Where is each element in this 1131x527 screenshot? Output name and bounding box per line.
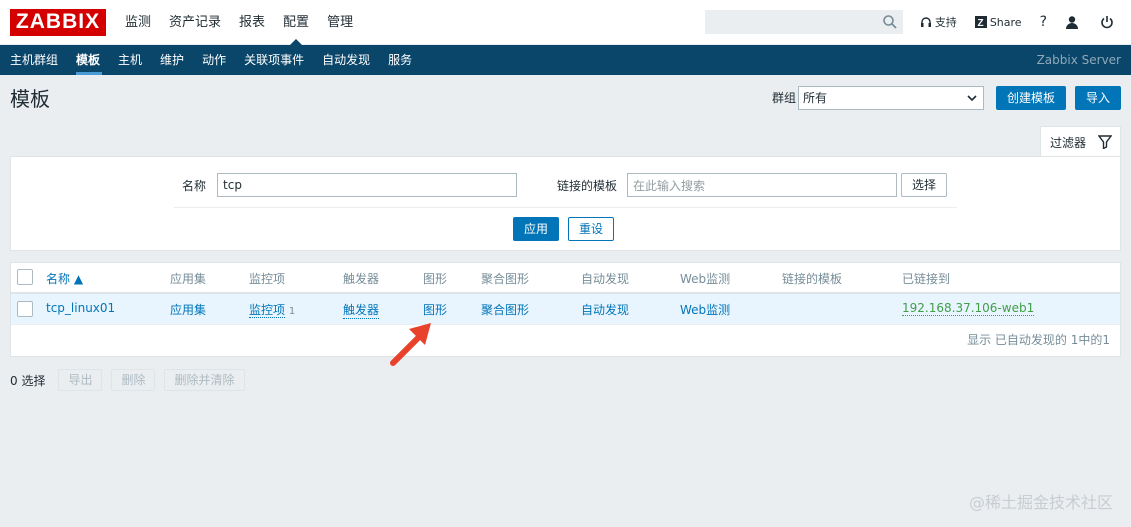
row-checkbox[interactable] (17, 301, 33, 317)
share-label: Share (989, 15, 1022, 29)
main-nav-inventory[interactable]: 资产记录 (160, 0, 230, 45)
svg-text:Z: Z (977, 18, 983, 28)
name-filter-input[interactable]: tcp (217, 173, 518, 197)
sub-nav: 主机群组 模板 主机 维护 动作 关联项事件 自动发现 服务 Zabbix Se… (0, 45, 1131, 75)
web-link[interactable]: Web监测 (680, 301, 730, 318)
search-icon[interactable] (882, 14, 898, 30)
apply-filter-button[interactable]: 应用 (513, 217, 560, 241)
logout-button[interactable] (1091, 0, 1131, 45)
profile-button[interactable] (1056, 0, 1091, 45)
name-filter: 名称 tcp (182, 173, 518, 197)
top-bar: ZABBIX 监测 资产记录 报表 配置 管理 支持 Z Share ? (0, 0, 1131, 45)
group-label: 群组 (771, 91, 796, 105)
select-all-checkbox[interactable] (17, 269, 33, 285)
create-template-button[interactable]: 创建模板 (995, 85, 1066, 110)
share-link[interactable]: Z Share (966, 0, 1031, 45)
funnel-icon (1098, 135, 1112, 149)
col-web: Web监测 (680, 272, 731, 286)
sub-nav-hosts[interactable]: 主机 (108, 45, 150, 75)
select-templates-button[interactable]: 选择 (901, 173, 948, 197)
col-linked-templates: 链接的模板 (782, 272, 843, 286)
power-icon (1101, 16, 1113, 29)
template-name-link[interactable]: tcp_linux01 (46, 301, 115, 315)
col-discovery: 自动发现 (581, 272, 630, 286)
chevron-down-icon (967, 94, 977, 101)
linked-templates-filter: 链接的模板 在此输入搜索 选择 (557, 173, 948, 197)
filter-buttons: 应用 重设 (513, 217, 615, 241)
col-screens: 聚合图形 (481, 272, 530, 286)
table-summary: 显示 已自动发现的 1中的1 (967, 333, 1110, 347)
linked-templates-input[interactable]: 在此输入搜索 (627, 173, 898, 197)
main-nav-monitoring[interactable]: 监测 (116, 0, 160, 45)
screens-link[interactable]: 聚合图形 (481, 301, 529, 318)
sub-nav-templates[interactable]: 模板 (66, 45, 108, 75)
filter-divider (174, 207, 957, 208)
support-link[interactable]: 支持 (911, 0, 966, 45)
name-filter-label: 名称 (182, 178, 207, 193)
col-linked-to: 已链接到 (902, 272, 951, 286)
table-row: tcp_linux01 应用集 监控项 1 触发器 图形 聚合图形 自动发现 W… (11, 294, 1120, 325)
help-button[interactable]: ? (1031, 0, 1056, 45)
user-icon (1066, 16, 1078, 29)
share-z-icon: Z (974, 16, 987, 28)
col-triggers: 触发器 (343, 272, 380, 286)
items-link[interactable]: 监控项 (249, 303, 286, 318)
main-nav-reports[interactable]: 报表 (230, 0, 274, 45)
global-search-input[interactable] (705, 11, 902, 33)
sub-nav-maintenance[interactable]: 维护 (150, 45, 192, 75)
col-applications: 应用集 (170, 272, 207, 286)
annotation-arrow-icon (390, 323, 431, 366)
delete-clear-button[interactable]: 删除并清除 (164, 369, 245, 391)
delete-button[interactable]: 删除 (111, 369, 156, 391)
filter-panel: 名称 tcp 链接的模板 在此输入搜索 选择 应用 重设 (10, 156, 1121, 251)
header-controls: 群组 所有 创建模板 导入 (771, 85, 1121, 110)
sub-nav-correlation[interactable]: 关联项事件 (234, 45, 312, 75)
main-nav: 监测 资产记录 报表 配置 管理 (116, 0, 362, 45)
col-name-sort[interactable]: 名称 ▲ (46, 270, 83, 287)
sub-nav-services[interactable]: 服务 (378, 45, 420, 75)
export-button[interactable]: 导出 (58, 369, 103, 391)
table-header: 名称 ▲ 应用集 监控项 触发器 图形 聚合图形 自动发现 Web监测 链接的模… (11, 263, 1120, 294)
sub-nav-actions[interactable]: 动作 (192, 45, 234, 75)
zabbix-logo[interactable]: ZABBIX (10, 8, 106, 36)
page-header: 模板 群组 所有 创建模板 导入 (0, 75, 1131, 120)
discovery-link[interactable]: 自动发现 (581, 301, 629, 318)
filter-tab-label: 过滤器 (1050, 135, 1087, 150)
support-label: 支持 (934, 16, 957, 29)
applications-link[interactable]: 应用集 (170, 301, 206, 318)
col-items: 监控项 (249, 272, 286, 286)
linked-templates-label: 链接的模板 (557, 178, 618, 193)
templates-table: 名称 ▲ 应用集 监控项 触发器 图形 聚合图形 自动发现 Web监测 链接的模… (10, 262, 1121, 357)
filter-tab[interactable]: 过滤器 (1040, 126, 1121, 157)
group-select[interactable]: 所有 (797, 85, 984, 110)
main-nav-administration[interactable]: 管理 (318, 0, 362, 45)
server-name: Zabbix Server (1036, 53, 1121, 67)
triggers-link[interactable]: 触发器 (343, 301, 380, 319)
watermark: @稀土掘金技术社区 (968, 493, 1113, 512)
sub-nav-discovery[interactable]: 自动发现 (312, 45, 378, 75)
main-nav-configuration[interactable]: 配置 (274, 0, 318, 45)
linked-host-link[interactable]: 192.168.37.106-web1 (902, 301, 1035, 316)
reset-filter-button[interactable]: 重设 (568, 217, 615, 241)
import-button[interactable]: 导入 (1074, 85, 1121, 110)
sub-nav-host-groups[interactable]: 主机群组 (0, 45, 66, 75)
items-cell: 监控项 1 (249, 301, 295, 318)
page-title: 模板 (10, 87, 50, 111)
top-tools: 支持 Z Share ? (704, 0, 1131, 45)
selected-count: 0 选择 (10, 373, 46, 388)
col-graphs: 图形 (423, 272, 448, 286)
headset-icon (920, 17, 931, 27)
global-search (704, 10, 903, 34)
items-count: 1 (288, 306, 296, 317)
group-select-value: 所有 (802, 91, 827, 105)
help-icon: ? (1039, 14, 1047, 30)
bulk-actions: 0 选择 导出 删除 删除并清除 (10, 369, 245, 391)
